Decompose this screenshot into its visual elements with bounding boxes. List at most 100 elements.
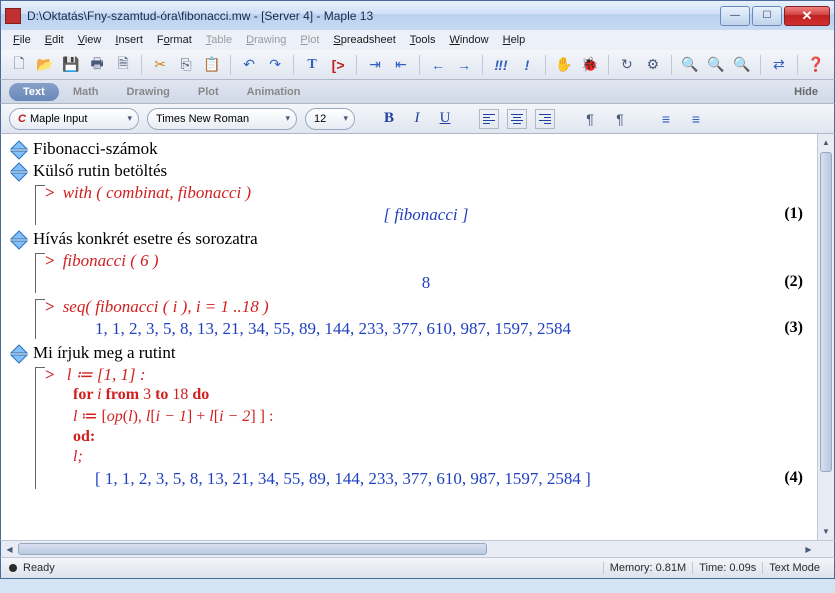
scroll-thumb[interactable]	[18, 543, 487, 555]
bullets-icon[interactable]: ≡	[655, 108, 677, 130]
prompt: >	[45, 183, 55, 202]
maximize-button[interactable]: ☐	[752, 6, 782, 26]
input-line[interactable]: l ≔ [1, 1] :	[67, 365, 146, 384]
document-area: Fibonacci-számok Külső rutin betöltés > w…	[0, 134, 835, 540]
hide-button[interactable]: Hide	[794, 86, 826, 98]
cut-icon[interactable]: ✂	[150, 54, 170, 76]
prompt-icon[interactable]: [>	[328, 54, 348, 76]
tab-math[interactable]: Math	[59, 83, 113, 101]
menu-edit[interactable]: Edit	[39, 32, 70, 48]
menu-format[interactable]: Format	[151, 32, 198, 48]
menu-window[interactable]: Window	[443, 32, 494, 48]
undo-icon[interactable]: ↶	[239, 54, 259, 76]
minimize-button[interactable]: ―	[720, 6, 750, 26]
scroll-right-icon[interactable]: ▶	[800, 541, 817, 557]
zoom-out-icon[interactable]: 🔍	[706, 54, 726, 76]
restart-icon[interactable]: ↻	[617, 54, 637, 76]
output-line: 1, 1, 2, 3, 5, 8, 13, 21, 34, 55, 89, 14…	[45, 317, 807, 341]
input-line[interactable]: seq( fibonacci ( i ), i = 1 ..18 )	[63, 297, 269, 316]
scroll-thumb[interactable]	[820, 152, 832, 472]
align-left-button[interactable]	[479, 109, 499, 129]
align-right-button[interactable]	[535, 109, 555, 129]
statusbar: Ready Memory: 0.81M Time: 0.09s Text Mod…	[0, 557, 835, 579]
menu-plot[interactable]: Plot	[294, 32, 325, 48]
app-icon	[5, 8, 21, 24]
scroll-left-icon[interactable]: ◀	[1, 541, 18, 557]
heading: Mi írjuk meg a rutint	[33, 342, 807, 364]
numbering-icon[interactable]: ≡	[685, 108, 707, 130]
bold-button[interactable]: B	[379, 109, 399, 129]
prompt: >	[45, 251, 55, 270]
align-center-button[interactable]	[507, 109, 527, 129]
execute-all-icon[interactable]: ‼!	[491, 54, 511, 76]
status-dot-icon	[9, 564, 17, 572]
open-icon[interactable]: 📂	[35, 54, 55, 76]
window-title: D:\Oktatás\Fny-szamtud-óra\fibonacci.mw …	[27, 9, 720, 23]
heading: Hívás konkrét esetre és sorozatra	[33, 228, 807, 250]
menu-drawing[interactable]: Drawing	[240, 32, 292, 48]
tab-plot[interactable]: Plot	[184, 83, 233, 101]
prompt: >	[45, 297, 55, 316]
menu-view[interactable]: View	[72, 32, 108, 48]
size-dropdown[interactable]: 12	[305, 108, 355, 130]
menu-spreadsheet[interactable]: Spreadsheet	[327, 32, 401, 48]
status-time: Time: 0.09s	[692, 562, 762, 574]
execute-icon[interactable]: !	[517, 54, 537, 76]
input-line[interactable]: fibonacci ( 6 )	[63, 251, 159, 270]
stop-icon[interactable]: ✋	[554, 54, 574, 76]
menubar: File Edit View Insert Format Table Drawi…	[0, 30, 835, 50]
font-dropdown[interactable]: Times New Roman	[147, 108, 297, 130]
paste-icon[interactable]: 📋	[202, 54, 222, 76]
status-memory: Memory: 0.81M	[603, 562, 692, 574]
heading: Fibonacci-számok	[33, 138, 807, 160]
debug-icon[interactable]: 🐞	[580, 54, 600, 76]
menu-insert[interactable]: Insert	[109, 32, 149, 48]
status-ready: Ready	[23, 562, 55, 574]
redo-icon[interactable]: ↷	[265, 54, 285, 76]
window-controls: ― ☐ ✕	[720, 6, 830, 26]
fold-toggle[interactable]	[5, 228, 33, 342]
gear-icon[interactable]: ⚙	[643, 54, 663, 76]
vertical-scrollbar[interactable]: ▲ ▼	[817, 134, 834, 540]
heading: Külső rutin betöltés	[33, 160, 807, 182]
prompt: >	[45, 365, 55, 384]
fold-toggle[interactable]	[5, 342, 33, 492]
toggle-icon[interactable]: ⇄	[769, 54, 789, 76]
print-icon[interactable]: 🖶	[87, 54, 107, 76]
horizontal-scrollbar[interactable]: ◀ ▶	[0, 540, 835, 557]
paragraph-icon[interactable]: ¶	[579, 108, 601, 130]
italic-button[interactable]: I	[407, 109, 427, 129]
tab-animation[interactable]: Animation	[233, 83, 315, 101]
code-block[interactable]: for i from 3 to 18 do l ≔ [op(l), l[i − …	[45, 385, 807, 467]
underline-button[interactable]: U	[435, 109, 455, 129]
menu-tools[interactable]: Tools	[404, 32, 442, 48]
tab-text[interactable]: Text	[9, 83, 59, 101]
print-preview-icon[interactable]: 🗎	[113, 54, 133, 76]
zoom-in-icon[interactable]: 🔍	[680, 54, 700, 76]
scroll-up-icon[interactable]: ▲	[818, 134, 834, 151]
fold-toggle[interactable]	[5, 160, 33, 228]
indent-icon[interactable]: ⇥	[365, 54, 385, 76]
scroll-down-icon[interactable]: ▼	[818, 523, 834, 540]
menu-help[interactable]: Help	[497, 32, 532, 48]
back-icon[interactable]: ←	[428, 54, 448, 76]
close-button[interactable]: ✕	[784, 6, 830, 26]
help-icon[interactable]: ❓	[806, 54, 826, 76]
save-icon[interactable]: 💾	[61, 54, 81, 76]
tab-drawing[interactable]: Drawing	[112, 83, 183, 101]
document[interactable]: Fibonacci-számok Külső rutin betöltés > w…	[1, 134, 817, 540]
text-mode-icon[interactable]: T	[302, 54, 322, 76]
menu-file[interactable]: File	[7, 32, 37, 48]
output-line: [ 1, 1, 2, 3, 5, 8, 13, 21, 34, 55, 89, …	[45, 467, 807, 491]
forward-icon[interactable]: →	[454, 54, 474, 76]
titlebar: D:\Oktatás\Fny-szamtud-óra\fibonacci.mw …	[0, 0, 835, 30]
copy-icon[interactable]: ⎘	[176, 54, 196, 76]
new-icon[interactable]: 🗋	[9, 54, 29, 76]
outdent-icon[interactable]: ⇤	[391, 54, 411, 76]
menu-table[interactable]: Table	[200, 32, 238, 48]
style-dropdown[interactable]: CMaple Input	[9, 108, 139, 130]
fold-toggle[interactable]	[5, 138, 33, 160]
paragraph2-icon[interactable]: ¶	[609, 108, 631, 130]
input-line[interactable]: with ( combinat, fibonacci )	[63, 183, 251, 202]
zoom-fit-icon[interactable]: 🔍	[732, 54, 752, 76]
